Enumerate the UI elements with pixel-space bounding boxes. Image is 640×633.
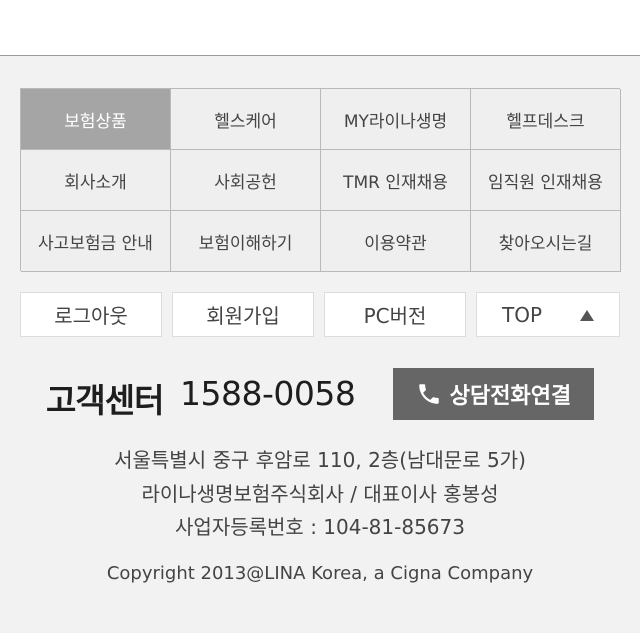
- top-button[interactable]: TOP: [476, 292, 620, 337]
- menu-item-directions[interactable]: 찾아오시는길: [471, 211, 621, 272]
- menu-item-insurance-products[interactable]: 보험상품: [21, 89, 171, 150]
- menu-item-terms[interactable]: 이용약관: [321, 211, 471, 272]
- menu-item-tmr-recruit[interactable]: TMR 인재채용: [321, 150, 471, 211]
- menu-item-social-contribution[interactable]: 사회공헌: [171, 150, 321, 211]
- page-header-area: [0, 0, 640, 56]
- company-info: 서울특별시 중구 후암로 110, 2층(남대문로 5가) 라이나생명보험주식회…: [0, 444, 640, 545]
- customer-center-phone: 1588-0058: [180, 374, 356, 413]
- phone-icon: [419, 384, 439, 404]
- customer-center-label: 고객센터: [46, 381, 164, 420]
- triangle-up-icon: [580, 310, 595, 321]
- business-registration-number: 사업자등록번호 : 104-81-85673: [175, 515, 465, 539]
- call-button[interactable]: 상담전화연결: [393, 368, 594, 420]
- pc-version-button[interactable]: PC버전: [324, 292, 466, 337]
- menu-item-staff-recruit[interactable]: 임직원 인재채용: [471, 150, 621, 211]
- top-button-label: TOP: [501, 302, 543, 327]
- company-name-ceo: 라이나생명보험주식회사 / 대표이사 홍봉성: [141, 481, 499, 506]
- call-button-label: 상담전화연결: [449, 384, 572, 409]
- menu-item-claim-guide[interactable]: 사고보험금 안내: [21, 211, 171, 272]
- menu-item-insurance-guide[interactable]: 보험이해하기: [171, 211, 321, 272]
- footer-menu-grid: 보험상품 헬스케어 MY라이나생명 헬프데스크 회사소개 사회공헌 TMR 인재…: [20, 88, 621, 272]
- menu-item-company-intro[interactable]: 회사소개: [21, 150, 171, 211]
- logout-button[interactable]: 로그아웃: [20, 292, 162, 337]
- menu-item-helpdesk[interactable]: 헬프데스크: [471, 89, 621, 150]
- copyright-text: Copyright 2013@LINA Korea, a Cigna Compa…: [106, 563, 534, 584]
- menu-item-my-lina[interactable]: MY라이나생명: [321, 89, 471, 150]
- join-button[interactable]: 회원가입: [172, 292, 314, 337]
- menu-item-healthcare[interactable]: 헬스케어: [171, 89, 321, 150]
- company-address: 서울특별시 중구 후암로 110, 2층(남대문로 5가): [114, 448, 526, 472]
- utility-button-row: 로그아웃 회원가입 PC버전 TOP: [20, 292, 620, 337]
- customer-center: 고객센터 1588-0058 상담전화연결: [0, 366, 640, 422]
